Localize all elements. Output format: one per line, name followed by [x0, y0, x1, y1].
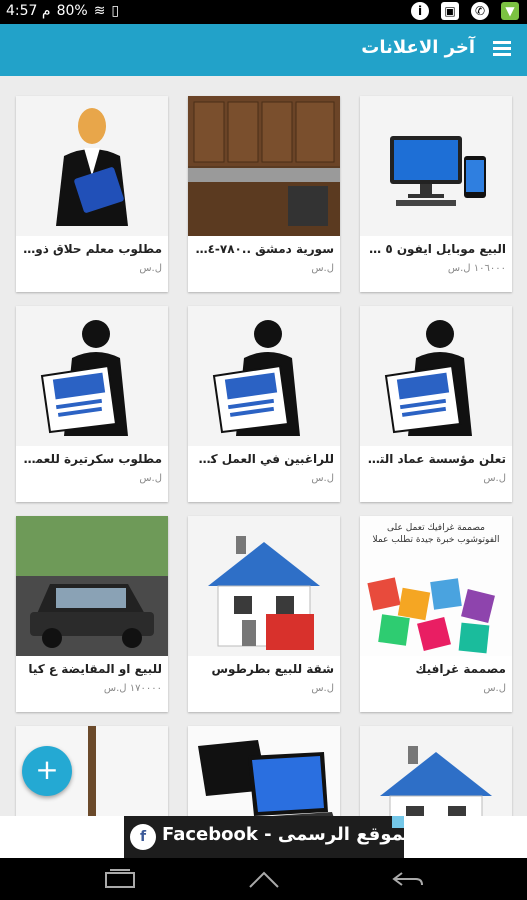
- recent-apps-icon[interactable]: [104, 869, 136, 889]
- back-icon[interactable]: [392, 869, 424, 889]
- listing-price: ل.س: [483, 683, 506, 694]
- listing-price: ل.س: [139, 473, 162, 484]
- house-for-rent-image: [360, 726, 512, 816]
- menu-icon[interactable]: [493, 41, 511, 59]
- listing-card[interactable]: للبيع او المقايضة ع كيا ١٧٠٠٠٠ ل.س: [16, 516, 168, 712]
- listing-card[interactable]: مطلوب سكرتيرة للعمل في ل.س: [16, 306, 168, 502]
- kitchen-photo: [188, 96, 340, 236]
- listing-title: شقة للبيع بطرطوس: [211, 662, 334, 676]
- ad-choices-icon[interactable]: [392, 816, 404, 828]
- businessman-folder-image: [16, 96, 168, 236]
- listing-price: ل.س: [311, 263, 334, 274]
- jobs-newspaper-image: [188, 306, 340, 446]
- listing-card[interactable]: مطلوب معلم حلاق ذو خبرة ل.س: [16, 96, 168, 292]
- listing-price: ل.س: [139, 263, 162, 274]
- listing-card[interactable]: [188, 726, 340, 816]
- battery-level: 80%: [56, 3, 88, 19]
- listing-title: مطلوب سكرتيرة للعمل في: [22, 452, 162, 466]
- listing-title: للراغبين في العمل كومبيوتر: [194, 452, 334, 466]
- listing-card[interactable]: للراغبين في العمل كومبيوتر ل.س: [188, 306, 340, 502]
- system-navigation-bar: [0, 858, 527, 900]
- vibrate-icon: ▯: [111, 3, 120, 19]
- android-download-icon: ▼: [501, 2, 519, 20]
- listing-title: سورية دمشق ..٧٨٠-٠٩٤٤: [194, 242, 334, 256]
- listing-price: ل.س: [311, 683, 334, 694]
- listing-grid: البيع موبايل ايفون ٥ اس ١٠٦٠٠٠ ل.س سورية…: [0, 76, 527, 816]
- listing-card[interactable]: شقة للبيع بطرطوس ل.س: [188, 516, 340, 712]
- listing-card[interactable]: سورية دمشق ..٧٨٠-٠٩٤٤ ل.س: [188, 96, 340, 292]
- add-listing-button[interactable]: +: [22, 746, 72, 796]
- listing-title: تعلن مؤسسة عماد التلاوي: [366, 452, 506, 466]
- laptops-photo: [188, 726, 340, 816]
- listing-price: ١٠٦٠٠٠ ل.س: [447, 263, 506, 274]
- ad-text: Facebook - الموقع الرسمى: [162, 824, 417, 845]
- shopping-bag-icon: ▣: [441, 2, 459, 20]
- listing-price: ١٧٠٠٠٠ ل.س: [103, 683, 162, 694]
- app-toolbar: آخر الاعلانات: [0, 24, 527, 76]
- listing-title: مصممة غرافيك: [415, 662, 506, 676]
- facebook-logo-icon: f: [130, 824, 156, 850]
- clock: 4:57 م: [6, 3, 51, 19]
- status-bar: 4:57 م 80% ≋ ▯ i ▣ ✆ ▼: [0, 0, 527, 24]
- listing-card[interactable]: [360, 726, 512, 816]
- listing-title: مطلوب معلم حلاق ذو خبرة: [22, 242, 162, 256]
- jobs-newspaper-image: [16, 306, 168, 446]
- jobs-newspaper-image: [360, 306, 512, 446]
- whatsapp-icon: ✆: [471, 2, 489, 20]
- house-for-rent-image: [188, 516, 340, 656]
- phone-computer-image: [360, 96, 512, 236]
- listing-title: البيع موبايل ايفون ٥ اس: [366, 242, 506, 256]
- listing-price: ل.س: [311, 473, 334, 484]
- page-title: آخر الاعلانات: [361, 37, 475, 58]
- info-icon: i: [411, 2, 429, 20]
- wifi-icon: ≋: [93, 3, 106, 19]
- home-icon[interactable]: [248, 869, 280, 889]
- listing-card[interactable]: مصممة غرافيك تعمل على الفوتوشوب خبرة جيد…: [360, 516, 512, 712]
- listing-card[interactable]: تعلن مؤسسة عماد التلاوي ل.س: [360, 306, 512, 502]
- ad-banner: f Facebook - الموقع الرسمى: [0, 816, 527, 858]
- designer-ad-text: مصممة غرافيك تعمل على الفوتوشوب خبرة جيد…: [372, 523, 500, 545]
- listing-price: ل.س: [483, 473, 506, 484]
- listing-card[interactable]: البيع موبايل ايفون ٥ اس ١٠٦٠٠٠ ل.س: [360, 96, 512, 292]
- listing-title: للبيع او المقايضة ع كيا: [28, 662, 162, 676]
- car-photo: [16, 516, 168, 656]
- ad-content[interactable]: f Facebook - الموقع الرسمى: [124, 816, 417, 858]
- graphic-designer-ad-image: مصممة غرافيك تعمل على الفوتوشوب خبرة جيد…: [360, 516, 512, 656]
